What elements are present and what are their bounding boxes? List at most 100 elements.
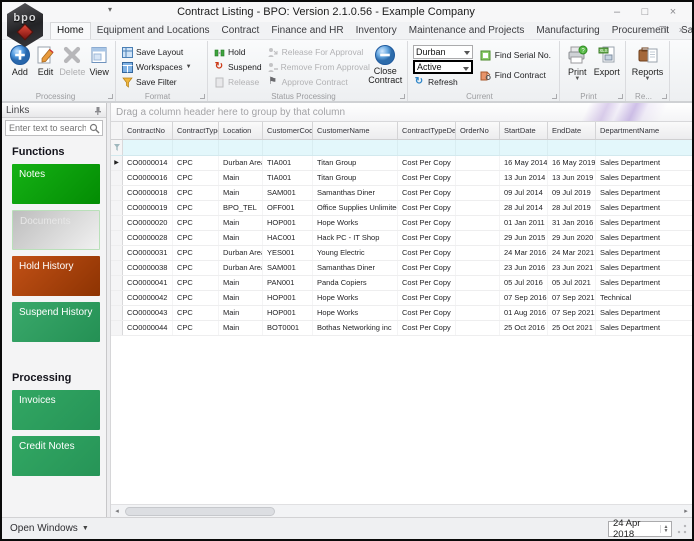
close-button[interactable]: × xyxy=(666,6,680,18)
tab-equipment-and-locations[interactable]: Equipment and Locations xyxy=(91,23,216,39)
format-dialog-launcher-icon[interactable] xyxy=(200,94,205,99)
table-row[interactable]: CO0000031 CPC Durban Area YES001 Young E… xyxy=(111,246,692,261)
tab-inventory[interactable]: Inventory xyxy=(350,23,403,39)
status-filter-combobox[interactable]: Active xyxy=(413,60,473,74)
table-row[interactable]: ▶ CO0000014 CPC Durban Area TIA001 Titan… xyxy=(111,156,692,171)
reports-dialog-launcher-icon[interactable] xyxy=(662,94,667,99)
export-button[interactable]: XLS Export xyxy=(593,43,621,77)
release-for-approval-button[interactable]: Release For Approval xyxy=(267,45,365,59)
column-header-departmentname[interactable]: DepartmentName xyxy=(596,122,692,139)
scrollbar-thumb[interactable] xyxy=(125,507,275,516)
save-layout-button[interactable]: Save Layout xyxy=(121,45,192,59)
scroll-right-icon[interactable]: ▸ xyxy=(680,507,692,515)
close-contract-button[interactable]: Close Contract xyxy=(368,43,403,85)
group-by-bar[interactable]: Drag a column header here to group by th… xyxy=(111,103,692,122)
table-row[interactable]: CO0000028 CPC Main HAC001 Hack PC - IT S… xyxy=(111,231,692,246)
cell-orderno xyxy=(456,186,500,200)
filter-cell[interactable] xyxy=(123,140,173,155)
cell-orderno xyxy=(456,216,500,230)
table-row[interactable]: CO0000038 CPC Durban Area SAM001 Samanth… xyxy=(111,261,692,276)
cell-startdate: 29 Jun 2015 xyxy=(500,231,548,245)
remove-from-approval-button[interactable]: Remove From Approval xyxy=(267,60,370,74)
current-dialog-launcher-icon[interactable] xyxy=(552,94,557,99)
sidebar-search-input[interactable] xyxy=(6,123,89,133)
workspaces-button[interactable]: Workspaces ▼ xyxy=(121,60,192,74)
filter-cell[interactable] xyxy=(173,140,219,155)
hold-button[interactable]: Hold xyxy=(213,45,263,59)
column-header-contracttype[interactable]: ContractType xyxy=(173,122,219,139)
column-header-orderno[interactable]: OrderNo xyxy=(456,122,500,139)
filter-cell[interactable] xyxy=(263,140,313,155)
credit-notes-button[interactable]: Credit Notes xyxy=(12,436,100,476)
add-button[interactable]: Add xyxy=(8,43,32,77)
table-row[interactable]: CO0000019 CPC BPO_TEL OFF001 Office Supp… xyxy=(111,201,692,216)
ribbon-close-icon[interactable]: × xyxy=(679,25,684,36)
release-button[interactable]: Release xyxy=(213,75,263,89)
filter-cell[interactable] xyxy=(500,140,548,155)
print-dialog-launcher-icon[interactable] xyxy=(618,94,623,99)
minimize-button[interactable]: – xyxy=(610,6,624,18)
column-header-location[interactable]: Location xyxy=(219,122,263,139)
ribbon-restore-icon[interactable]: ❐ xyxy=(659,25,667,36)
status-processing-dialog-launcher-icon[interactable] xyxy=(400,94,405,99)
horizontal-scrollbar[interactable]: ◂ ▸ xyxy=(111,504,692,517)
filter-cell[interactable] xyxy=(456,140,500,155)
quick-access-dropdown-icon[interactable]: ▾ xyxy=(108,5,112,14)
table-row[interactable]: CO0000043 CPC Main HOP001 Hope Works Cos… xyxy=(111,306,692,321)
documents-button[interactable]: Documents xyxy=(12,210,100,250)
cell-enddate: 07 Sep 2021 xyxy=(548,291,596,305)
resize-grip-icon[interactable] xyxy=(676,522,688,535)
processing-dialog-launcher-icon[interactable] xyxy=(108,94,113,99)
filter-cell[interactable] xyxy=(548,140,596,155)
filter-cell[interactable] xyxy=(596,140,692,155)
ribbon-minimize-icon[interactable]: – xyxy=(642,25,647,36)
find-contract-button[interactable]: Find Contract xyxy=(480,68,554,82)
filter-cell[interactable] xyxy=(398,140,456,155)
date-spinner[interactable]: ▲ ▼ xyxy=(660,524,671,533)
invoices-button[interactable]: Invoices xyxy=(12,390,100,430)
tab-maintenance-and-projects[interactable]: Maintenance and Projects xyxy=(403,23,531,39)
delete-button[interactable]: Delete xyxy=(59,43,85,77)
hold-history-button[interactable]: Hold History xyxy=(12,256,100,296)
view-button[interactable]: View xyxy=(87,43,111,77)
tab-contract[interactable]: Contract xyxy=(216,23,266,39)
edit-button[interactable]: Edit xyxy=(34,43,58,77)
table-row[interactable]: CO0000041 CPC Main PAN001 Panda Copiers … xyxy=(111,276,692,291)
column-header-contractno[interactable]: ContractNo xyxy=(123,122,173,139)
print-button[interactable]: ? Print ▼ xyxy=(564,43,591,82)
suspend-button[interactable]: ↻ Suspend xyxy=(213,60,263,74)
approve-contract-button[interactable]: ⚑ Approve Contract xyxy=(267,75,365,89)
table-row[interactable]: CO0000020 CPC Main HOP001 Hope Works Cos… xyxy=(111,216,692,231)
table-row[interactable]: CO0000042 CPC Main HOP001 Hope Works Cos… xyxy=(111,291,692,306)
scroll-left-icon[interactable]: ◂ xyxy=(111,507,123,515)
table-row[interactable]: CO0000016 CPC Main TIA001 Titan Group Co… xyxy=(111,171,692,186)
suspend-history-button[interactable]: Suspend History xyxy=(12,302,100,342)
search-icon[interactable] xyxy=(89,123,100,134)
refresh-button[interactable]: ↻ Refresh xyxy=(413,75,476,89)
reports-button[interactable]: Reports ▼ xyxy=(630,43,665,82)
cell-customername: Hack PC - IT Shop xyxy=(313,231,398,245)
column-header-customername[interactable]: CustomerName xyxy=(313,122,398,139)
grid-header-indicator xyxy=(111,122,123,139)
tab-home[interactable]: Home xyxy=(50,22,91,39)
notes-button[interactable]: Notes xyxy=(12,164,100,204)
column-header-enddate[interactable]: EndDate xyxy=(548,122,596,139)
filter-cell[interactable] xyxy=(313,140,398,155)
find-serial-no-button[interactable]: Find Serial No. xyxy=(480,48,554,62)
table-row[interactable]: CO0000044 CPC Main BOT0001 Bothas Networ… xyxy=(111,321,692,336)
pin-icon[interactable] xyxy=(93,106,102,115)
date-editor[interactable]: 24 Apr 2018 ▲ ▼ xyxy=(608,518,672,539)
tab-finance-and-hr[interactable]: Finance and HR xyxy=(265,23,349,39)
column-header-customercode[interactable]: CustomerCode xyxy=(263,122,313,139)
restore-button[interactable]: □ xyxy=(638,6,652,18)
links-panel-title: Links xyxy=(6,104,30,116)
column-header-startdate[interactable]: StartDate xyxy=(500,122,548,139)
site-filter-combobox[interactable]: Durban xyxy=(413,45,473,59)
column-header-contracttypedesc[interactable]: ContractTypeDesc xyxy=(398,122,456,139)
table-row[interactable]: CO0000018 CPC Main SAM001 Samanthas Dine… xyxy=(111,186,692,201)
scrollbar-track[interactable] xyxy=(123,505,680,517)
save-filter-button[interactable]: Save Filter xyxy=(121,75,192,89)
tab-manufacturing[interactable]: Manufacturing xyxy=(530,23,605,39)
filter-cell[interactable] xyxy=(219,140,263,155)
open-windows-button[interactable]: Open Windows ▼ xyxy=(6,523,93,534)
